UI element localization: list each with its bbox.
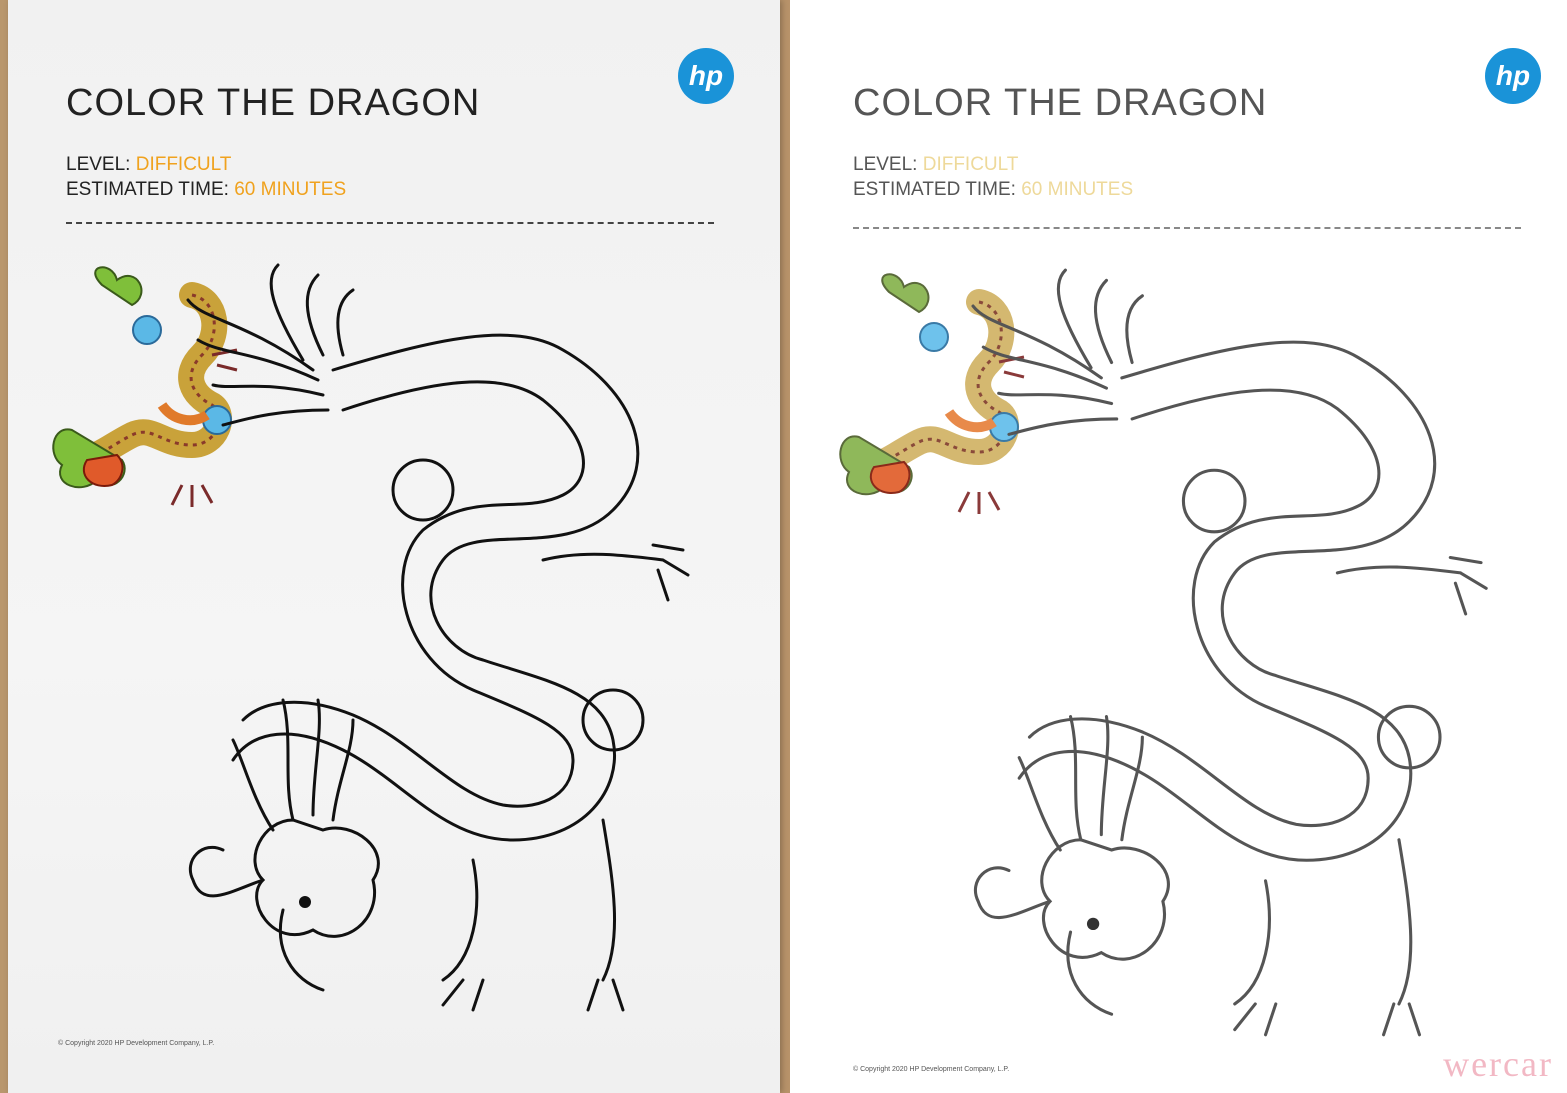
level-line: LEVEL: DIFFICULT: [66, 152, 346, 177]
watermark-text: wercar: [1443, 1044, 1553, 1084]
copyright-text: © Copyright 2020 HP Development Company,…: [853, 1066, 1010, 1073]
time-label: ESTIMATED TIME:: [66, 179, 229, 200]
time-value: 60 MINUTES: [1021, 179, 1134, 200]
time-label: ESTIMATED TIME:: [853, 179, 1016, 200]
time-line: ESTIMATED TIME: 60 MINUTES: [853, 177, 1133, 202]
level-label: LEVEL:: [853, 154, 918, 175]
dashed-divider: [853, 227, 1521, 229]
level-value: DIFFICULT: [922, 154, 1019, 175]
copyright-text: © Copyright 2020 HP Development Company,…: [58, 1040, 215, 1047]
time-value: 60 MINUTES: [234, 179, 347, 200]
sheet-title: COLOR THE DRAGON: [66, 82, 481, 124]
level-label: LEVEL:: [66, 154, 131, 175]
sheet-meta: LEVEL: DIFFICULT ESTIMATED TIME: 60 MINU…: [853, 152, 1133, 202]
hp-logo-text: hp: [1495, 60, 1531, 91]
sheet-title: COLOR THE DRAGON: [853, 82, 1268, 124]
coloring-sheet-photo: hp COLOR THE DRAGON LEVEL: DIFFICULT EST…: [8, 0, 780, 1093]
level-value: DIFFICULT: [135, 154, 232, 175]
level-line: LEVEL: DIFFICULT: [853, 152, 1133, 177]
sheet-meta: LEVEL: DIFFICULT ESTIMATED TIME: 60 MINU…: [66, 152, 346, 202]
line-art-dragon-illustration: [971, 268, 1488, 1037]
dashed-divider: [66, 222, 714, 224]
hp-logo-icon: hp: [678, 48, 734, 104]
time-line: ESTIMATED TIME: 60 MINUTES: [66, 177, 346, 202]
hp-logo-text: hp: [688, 60, 724, 91]
hp-logo-icon: hp: [1485, 48, 1541, 104]
coloring-sheet-digital: hp COLOR THE DRAGON LEVEL: DIFFICULT EST…: [795, 0, 1567, 1093]
line-art-dragon-illustration: [186, 263, 690, 1012]
